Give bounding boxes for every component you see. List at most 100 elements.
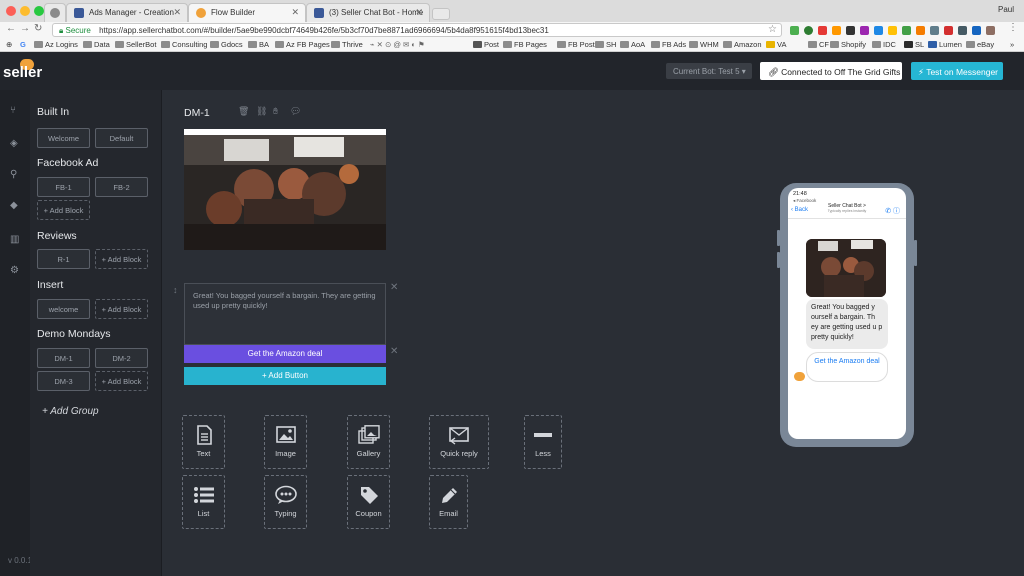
bookmark-folder[interactable]: Az Logins [34, 40, 78, 49]
bookmark-link[interactable]: SL [904, 40, 924, 49]
extension-icon[interactable] [874, 26, 883, 35]
flow-icon[interactable]: ⑂ [10, 106, 20, 116]
add-email-tile[interactable]: Email [429, 475, 468, 529]
extension-icon[interactable] [804, 26, 813, 35]
add-block-button[interactable]: + Add Block [95, 371, 148, 391]
bookmark-folder[interactable]: BA [248, 40, 269, 49]
extension-icon[interactable] [986, 26, 995, 35]
bookmark-folder[interactable]: FB Ads [651, 40, 686, 49]
extension-icon[interactable] [958, 26, 967, 35]
broadcast-icon[interactable]: ◈ [10, 139, 20, 149]
more-bookmarks-icon[interactable]: » [1010, 40, 1014, 49]
bookmark-folder[interactable]: eBay [966, 40, 994, 49]
add-text-tile[interactable]: Text [182, 415, 225, 469]
google-icon[interactable]: G [20, 40, 26, 49]
bookmark-folder[interactable]: AoA [620, 40, 645, 49]
antenna-icon[interactable]: ⚲ [10, 170, 20, 180]
forward-arrow-icon[interactable]: → [20, 23, 30, 34]
block-fb-1[interactable]: FB-1 [37, 177, 90, 197]
block-r-1[interactable]: R-1 [37, 249, 90, 269]
extension-icon[interactable] [860, 26, 869, 35]
bookmark-folder[interactable]: Amazon [723, 40, 762, 49]
extension-icon[interactable] [902, 26, 911, 35]
drag-handle-icon[interactable]: ↕ [173, 285, 178, 295]
add-block-button[interactable]: + Add Block [95, 299, 148, 319]
block-dm-1[interactable]: DM-1 [37, 348, 90, 368]
less-tile[interactable]: Less [524, 415, 562, 469]
pinned-tab[interactable] [44, 3, 66, 22]
add-group-button[interactable]: + Add Group [42, 406, 99, 417]
link-icon[interactable]: ⛓︎ [256, 107, 267, 116]
image-card[interactable] [184, 129, 386, 250]
close-window-icon[interactable] [6, 6, 16, 16]
tab-flow-builder[interactable]: Flow Builder ✕ [188, 3, 306, 22]
extension-icon[interactable] [818, 26, 827, 35]
extension-icon[interactable] [944, 26, 953, 35]
bookmark-link[interactable]: VA [766, 40, 786, 49]
bookmark-star-icon[interactable]: ☆ [768, 24, 777, 35]
extension-icon[interactable] [916, 26, 925, 35]
block-dm-2[interactable]: DM-2 [95, 348, 148, 368]
reload-icon[interactable]: ↻ [34, 23, 42, 34]
bookmark-folder[interactable]: Az FB Pages [275, 40, 330, 49]
add-list-tile[interactable]: List [182, 475, 225, 529]
amazon-deal-button[interactable]: Get the Amazon deal [184, 345, 386, 363]
extension-icon[interactable] [972, 26, 981, 35]
add-block-button[interactable]: + Add Block [95, 249, 148, 269]
bookmark-apps-icon[interactable]: ⊕ [6, 40, 12, 49]
block-fb-2[interactable]: FB-2 [95, 177, 148, 197]
block-welcome-insert[interactable]: welcome [37, 299, 90, 319]
add-image-tile[interactable]: Image [264, 415, 307, 469]
close-tab-icon[interactable]: ✕ [415, 7, 423, 18]
extension-icon[interactable] [888, 26, 897, 35]
add-button[interactable]: + Add Button [184, 367, 386, 385]
current-bot-select[interactable]: Current Bot: Test 5 ▾ [666, 63, 752, 79]
bookmark-folder[interactable]: FB Pages [503, 40, 547, 49]
new-tab-button[interactable] [432, 8, 450, 20]
add-coupon-tile[interactable]: Coupon [347, 475, 390, 529]
bookmark-folder[interactable]: Consulting [161, 40, 207, 49]
maximize-window-icon[interactable] [34, 6, 44, 16]
close-tab-icon[interactable]: ✕ [291, 7, 299, 18]
bookmark-folder[interactable]: Shopify [830, 40, 866, 49]
test-on-messenger-button[interactable]: ⚡︎ Test on Messenger [911, 62, 1003, 80]
bookmark-link[interactable]: Post [473, 40, 499, 49]
tab-ads-manager[interactable]: Ads Manager - Creation ✕ [66, 3, 188, 22]
close-tab-icon[interactable]: ✕ [173, 7, 181, 18]
bookmark-folder[interactable]: Data [83, 40, 110, 49]
bookmark-folder[interactable]: SH [595, 40, 616, 49]
add-gallery-tile[interactable]: Gallery [347, 415, 390, 469]
add-block-button[interactable]: + Add Block [37, 200, 90, 220]
gear-icon[interactable]: ⚙ [10, 266, 20, 276]
add-quick-reply-tile[interactable]: Quick reply [429, 415, 489, 469]
bookmark-icons[interactable]: ⌁ ✕ ⊙ @ ✉ ◐ ⚑ [370, 40, 425, 49]
tag-icon[interactable]: ◆ [10, 201, 20, 211]
extension-icon[interactable] [790, 26, 799, 35]
bookmark-folder[interactable]: SellerBot [115, 40, 156, 49]
bookmark-folder[interactable]: IDC [872, 40, 896, 49]
close-icon[interactable]: ✕ [390, 282, 398, 293]
extension-icon[interactable] [846, 26, 855, 35]
extension-icon[interactable] [930, 26, 939, 35]
close-icon[interactable]: ✕ [390, 346, 398, 357]
bookmark-folder[interactable]: CF [808, 40, 829, 49]
app-logo[interactable]: seller [3, 64, 42, 81]
block-welcome[interactable]: Welcome [37, 128, 90, 148]
address-bar[interactable]: 🔒︎ Secure https://app.sellerchatbot.com/… [52, 23, 782, 37]
back-arrow-icon[interactable]: ← [6, 23, 16, 34]
bookmark-folder[interactable]: FB Posts [557, 40, 598, 49]
block-dm-3[interactable]: DM-3 [37, 371, 90, 391]
text-message-card[interactable]: Great! You bagged yourself a bargain. Th… [184, 283, 386, 345]
extension-icon[interactable] [832, 26, 841, 35]
bookmark-folder[interactable]: Gdocs [210, 40, 243, 49]
block-default[interactable]: Default [95, 128, 148, 148]
connected-page-button[interactable]: 🔗︎ Connected to Off The Grid Gifts [760, 62, 902, 80]
bookmark-folder[interactable]: Thrive [331, 40, 363, 49]
bookmark-folder[interactable]: WHM [689, 40, 719, 49]
browser-menu-icon[interactable]: ⋮ [1008, 22, 1018, 33]
add-typing-tile[interactable]: Typing [264, 475, 307, 529]
tab-seller-chat-bot-home[interactable]: (3) Seller Chat Bot - Home ✕ [306, 3, 430, 22]
hand-icon[interactable]: ✋︎ [273, 107, 282, 116]
trash-icon[interactable]: 🗑︎ [238, 107, 249, 116]
comment-icon[interactable]: 💬︎ [290, 107, 301, 116]
